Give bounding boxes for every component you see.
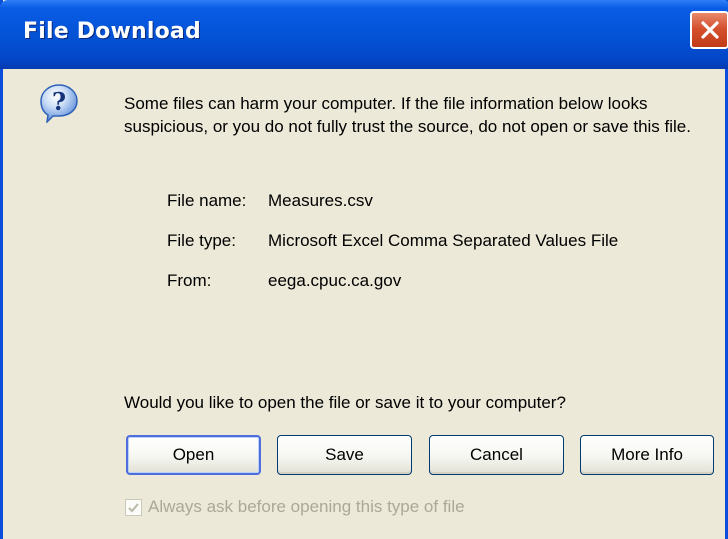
always-ask-checkbox[interactable] [125, 498, 142, 516]
save-button[interactable]: Save [277, 435, 412, 475]
from-label: From: [167, 271, 212, 290]
file-download-dialog: File Download ? Some files can harm your… [0, 0, 728, 539]
file-name-value: Measures.csv [268, 191, 373, 210]
more-info-button[interactable]: More Info [580, 435, 714, 475]
from-row: From: eega.cpuc.ca.gov [167, 271, 401, 291]
file-type-value: Microsoft Excel Comma Separated Values F… [268, 231, 619, 250]
always-ask-label: Always ask before opening this type of f… [148, 497, 465, 516]
question-icon: ? [40, 84, 78, 123]
cancel-button[interactable]: Cancel [429, 435, 564, 475]
close-button[interactable] [690, 11, 728, 49]
file-type-label: File type: [167, 231, 236, 250]
check-icon [128, 502, 139, 512]
svg-text:?: ? [52, 87, 66, 116]
file-name-row: File name: Measures.csv [167, 191, 373, 211]
close-icon [700, 21, 719, 39]
warning-text: Some files can harm your computer. If th… [124, 94, 691, 136]
always-ask-checkbox-row[interactable]: Always ask before opening this type of f… [125, 497, 465, 517]
file-type-row: File type: Microsoft Excel Comma Separate… [167, 231, 618, 251]
title-bar[interactable]: File Download [0, 0, 728, 69]
from-value: eega.cpuc.ca.gov [268, 271, 402, 290]
dialog-title: File Download [23, 19, 201, 44]
download-question: Would you like to open the file or save … [124, 393, 566, 412]
file-name-label: File name: [167, 191, 247, 210]
open-button[interactable]: Open [126, 435, 261, 475]
